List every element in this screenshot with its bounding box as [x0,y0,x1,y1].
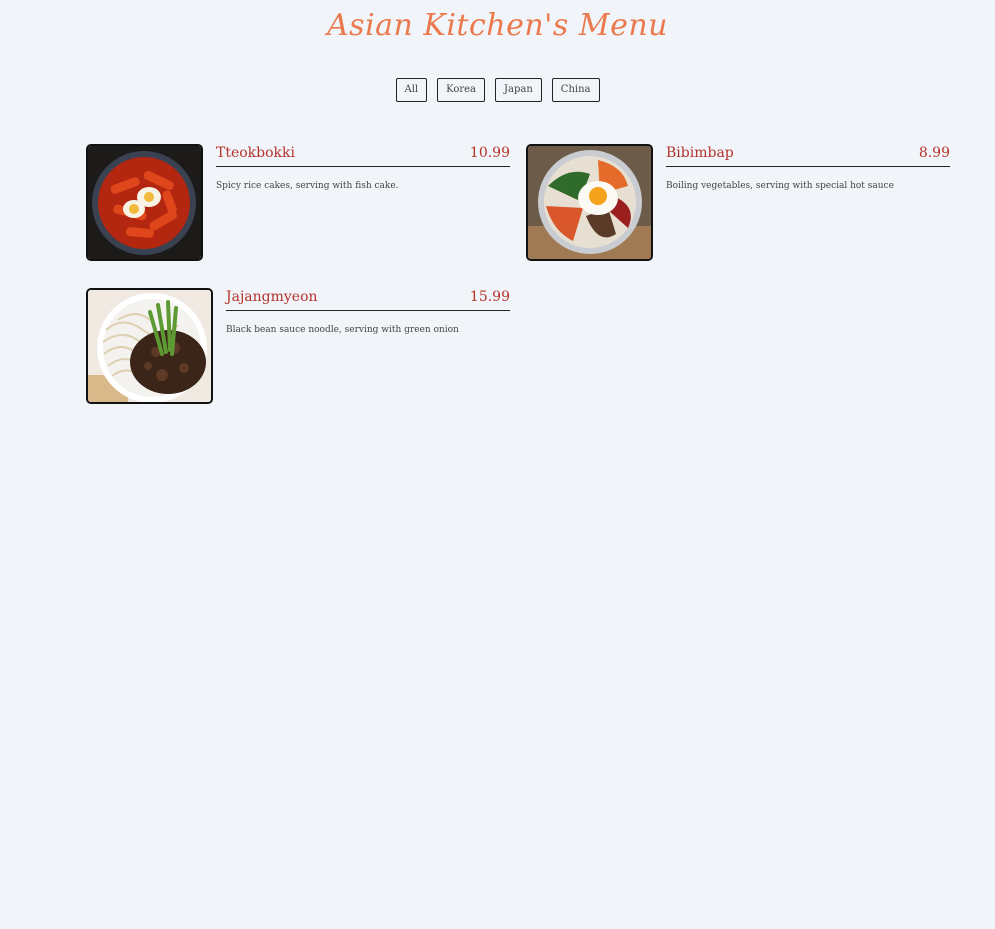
item-description: Spicy rice cakes, serving with fish cake… [216,181,399,191]
item-name: Bibimbap [666,145,734,161]
filter-korea-button[interactable]: Korea [437,78,486,102]
item-description: Boiling vegetables, serving with special… [666,181,894,191]
menu-item-bibimbap: Bibimbap 8.99 Boiling vegetables, servin… [526,144,950,261]
menu-item-info: Tteokbokki 10.99 Spicy rice cakes, servi… [216,144,510,261]
item-name: Tteokbokki [216,145,295,161]
filter-china-button[interactable]: China [551,78,600,102]
page-title: Asian Kitchen's Menu [327,8,668,43]
menu-item-header: Tteokbokki 10.99 [216,145,510,167]
tteokbokki-photo [86,144,203,261]
menu-item-tteokbokki: Tteokbokki 10.99 Spicy rice cakes, servi… [86,144,510,261]
item-price: 8.99 [918,145,950,161]
category-filter-bar: All Korea Japan China [0,78,995,102]
menu-item-header: Bibimbap 8.99 [666,145,950,167]
jajangmyeon-photo [86,288,213,404]
item-price: 10.99 [469,145,510,161]
filter-all-button[interactable]: All [395,78,428,102]
item-price: 15.99 [469,289,510,305]
item-name: Jajangmyeon [226,289,318,305]
filter-japan-button[interactable]: Japan [495,78,542,102]
bibimbap-photo [526,144,653,261]
menu-item-info: Bibimbap 8.99 Boiling vegetables, servin… [666,144,950,261]
menu-item-header: Jajangmyeon 15.99 [226,289,510,311]
menu-item-jajangmyeon: Jajangmyeon 15.99 Black bean sauce noodl… [86,288,510,404]
menu-item-info: Jajangmyeon 15.99 Black bean sauce noodl… [226,288,510,404]
item-description: Black bean sauce noodle, serving with gr… [226,325,459,335]
